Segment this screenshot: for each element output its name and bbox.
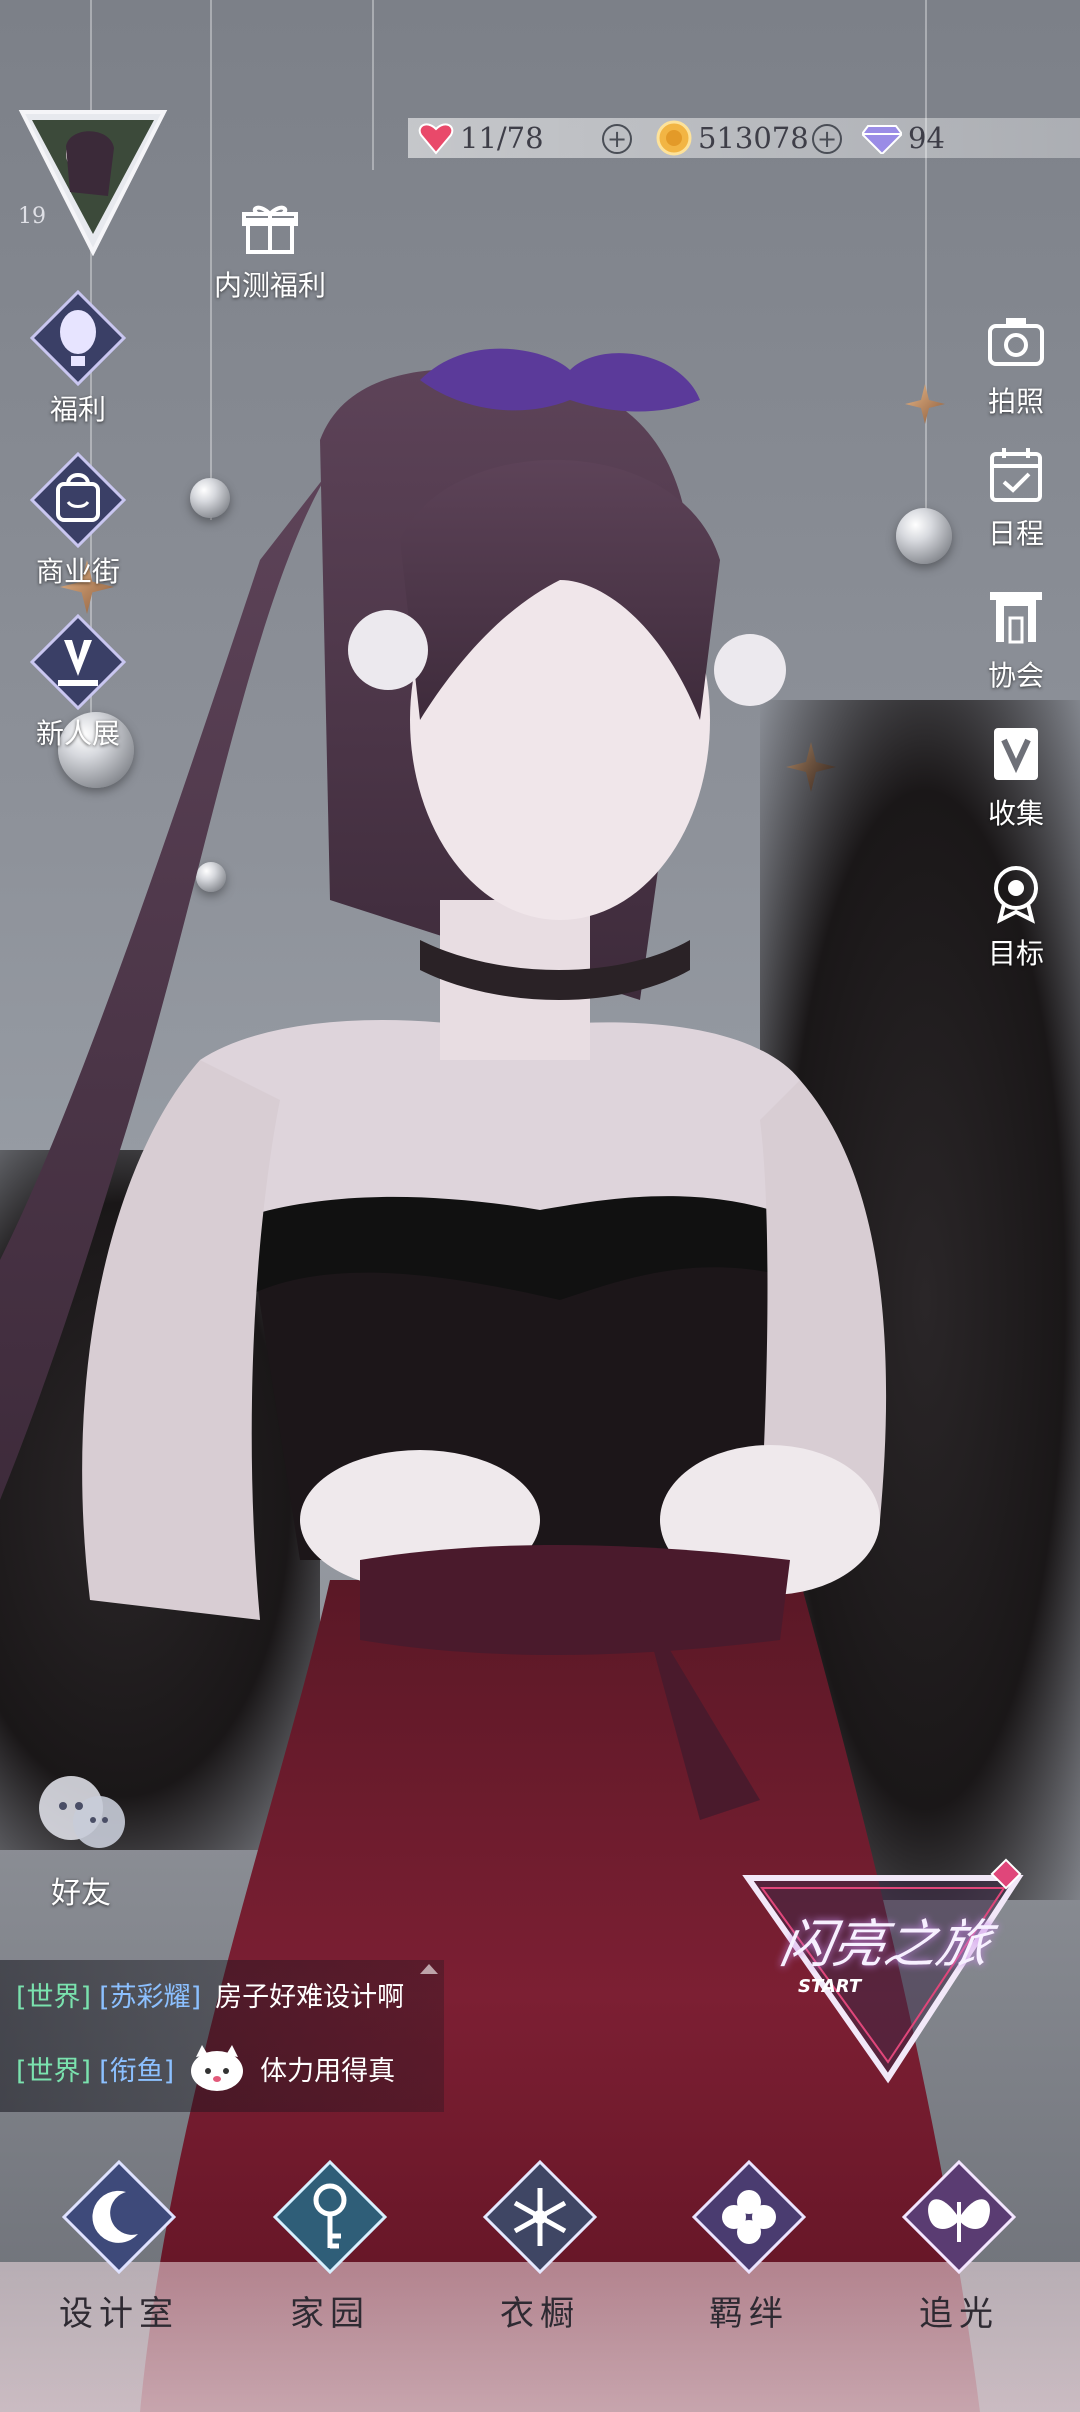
chat-channel: [世界] [16,2055,92,2087]
key-crest-icon [271,2158,389,2276]
gold-counter: 513078 [656,118,809,158]
schedule-button[interactable]: 日程 [972,444,1060,552]
target-badge-icon [994,866,1038,924]
chat-message: [世界] [衔鱼] 体力用得真 [16,2045,396,2091]
player-level: 19 [18,204,46,229]
camera-icon [988,318,1044,366]
welfare-button[interactable]: 福利 [18,289,138,428]
world-chat-panel[interactable]: [世界] [苏彩耀] 房子好难设计啊 [世界] [衔鱼] 体力用得真 [0,1960,444,2112]
nav-home[interactable]: 家园 [255,2158,405,2335]
player-avatar[interactable] [18,106,168,257]
schedule-label: 日程 [987,517,1044,550]
nav-wardrobe[interactable]: 衣橱 [465,2158,615,2335]
newcomer-exhibit-button[interactable]: 新人展 [18,613,138,752]
butterfly-crest-icon [900,2158,1018,2276]
heart-gem-icon [418,123,454,155]
hot-air-balloon-icon [29,289,127,387]
stamina-value: 11/78 [460,121,544,155]
cat-emoji-icon [191,2045,244,2091]
chat-message: [世界] [苏彩耀] 房子好难设计啊 [16,1972,404,2016]
welfare-label: 福利 [49,393,106,426]
friends-button[interactable]: 好友 [26,1770,136,1912]
gold-value: 513078 [698,121,809,155]
goal-button[interactable]: 目标 [972,864,1060,972]
journey-subtitle: START [798,1976,862,1997]
collection-button[interactable]: 收集 [972,724,1060,832]
diamond-value: 94 [908,121,945,155]
nav-bond[interactable]: 羁绊 [674,2158,824,2335]
diamond-counter: 94 [862,118,945,158]
association-button[interactable]: 协会 [972,586,1060,694]
newcomer-exhibit-label: 新人展 [35,717,120,750]
shopping-bag-icon [29,451,127,549]
moon-crest-icon [60,2158,178,2276]
collection-label: 收集 [987,797,1044,830]
nav-wardrobe-label: 衣橱 [500,2294,580,2334]
shining-journey-button[interactable]: 闪亮之旅 START [738,1858,1028,2088]
gold-coin-icon [656,120,692,156]
nav-chase-light-label: 追光 [919,2294,999,2334]
nav-bond-label: 羁绊 [709,2294,789,2334]
chat-channel: [世界] [16,1981,92,2013]
association-gate-icon [990,592,1042,644]
calendar-check-icon [990,448,1042,502]
shopping-street-button[interactable]: 商业街 [18,451,138,590]
nav-chase-light[interactable]: 追光 [884,2158,1034,2335]
diamond-icon [862,125,902,154]
clover-crest-icon [690,2158,808,2276]
collection-book-icon [994,728,1038,780]
add-gold-button[interactable]: + [812,124,842,154]
nav-design-room-label: 设计室 [59,2294,179,2334]
chat-user[interactable]: [衔鱼] [99,2049,174,2088]
goal-label: 目标 [987,937,1044,970]
chat-text: 房子好难设计啊 [215,1981,405,2013]
gift-box-icon [242,205,298,254]
beta-gift-label: 内测福利 [213,269,326,302]
shopping-street-label: 商业街 [35,555,120,588]
friends-label: 好友 [51,1876,111,1911]
add-stamina-button[interactable]: + [602,124,632,154]
newcomer-exhibit-icon [29,613,127,711]
chat-text: 体力用得真 [260,2055,396,2087]
photo-label: 拍照 [987,385,1044,418]
nav-home-label: 家园 [290,2294,370,2334]
chat-user[interactable]: [苏彩耀] [99,1975,201,2014]
photo-button[interactable]: 拍照 [972,312,1060,420]
nav-design-room[interactable]: 设计室 [44,2158,194,2335]
beta-gift-button[interactable]: 内测福利 [205,200,335,304]
journey-title: 闪亮之旅 [775,1915,995,1975]
chat-collapse-arrow-icon[interactable] [420,1964,438,1974]
stamina-counter: 11/78 [418,118,544,158]
friends-bubble-icon [39,1776,125,1848]
association-label: 协会 [987,659,1044,692]
snowflake-crest-icon [481,2158,599,2276]
